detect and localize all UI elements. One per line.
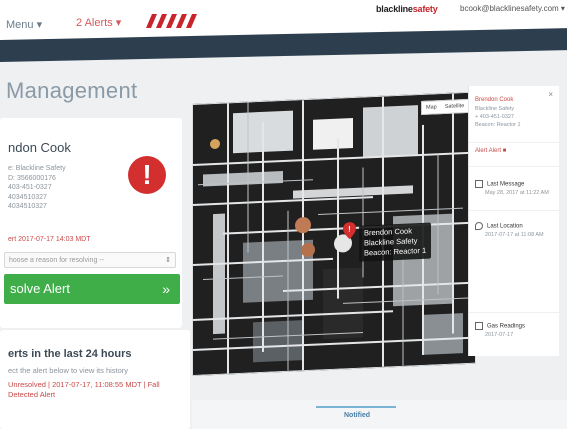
history-subtext: ect the alert below to view its history bbox=[8, 366, 129, 375]
close-icon[interactable]: × bbox=[548, 90, 553, 99]
divider bbox=[469, 166, 559, 167]
callout-line: Beacon: Reactor 1 bbox=[364, 245, 427, 258]
last-message-row: Last Message bbox=[475, 180, 524, 188]
select-arrow-icon: ⇕ bbox=[165, 257, 171, 264]
history-timestamp: 2017-07-17, 11:08:55 MDT bbox=[52, 380, 142, 389]
map-type-satellite[interactable]: Satellite bbox=[441, 103, 469, 110]
resolve-reason-select[interactable]: hoose a reason for resolving -- ⇕ bbox=[4, 252, 176, 268]
resolve-label: solve Alert bbox=[10, 281, 70, 296]
row-detail: 2017-07-17 bbox=[485, 332, 514, 338]
worker-detail-panel: × Brendon Cook Blackline Safety + 403-45… bbox=[468, 86, 559, 356]
row-label: Last Location bbox=[487, 223, 523, 230]
satellite-map[interactable]: Map Satellite ! Brendon Cook Blackline Sa… bbox=[192, 91, 476, 377]
message-icon bbox=[475, 180, 483, 188]
panel-name: Brendon Cook bbox=[475, 96, 513, 104]
user-menu[interactable]: bcook@blacklinesafety.com ▾ bbox=[460, 4, 565, 13]
panel-beacon: Beacon: Reactor 1 bbox=[475, 122, 521, 128]
alert-history-card: erts in the last 24 hours ect the alert … bbox=[0, 330, 190, 429]
row-detail: May 28, 2017 at 11:22 AM bbox=[485, 190, 549, 196]
map-pin-icon[interactable]: ! bbox=[343, 222, 356, 240]
info-line: 403-451-0327 bbox=[8, 184, 52, 191]
exclamation-icon: ! bbox=[128, 156, 166, 194]
divider bbox=[469, 312, 559, 313]
page-title: Management bbox=[6, 78, 138, 103]
last-location-row: Last Location bbox=[475, 222, 523, 230]
info-line: e: Blackline Safety bbox=[8, 165, 66, 172]
brand-main: blackline bbox=[376, 4, 413, 14]
divider bbox=[469, 210, 559, 211]
history-status: Unresolved bbox=[8, 380, 46, 389]
info-line: 4034510327 bbox=[8, 193, 47, 201]
map-callout: Brendon Cook Blackline Safety Beacon: Re… bbox=[359, 222, 432, 262]
screen: Menu ▾ 2 Alerts ▾ blacklinesafety bcook@… bbox=[0, 0, 567, 429]
row-label: Last Message bbox=[487, 181, 525, 188]
alerts-dropdown[interactable]: 2 Alerts ▾ bbox=[76, 16, 121, 29]
logo-mark-icon bbox=[146, 14, 197, 28]
tabs-strip bbox=[192, 400, 567, 429]
row-detail: 2017-07-17 at 11:08 AM bbox=[485, 232, 544, 238]
gas-readings-row: Gas Readings bbox=[475, 322, 525, 330]
alert-time: ert 2017-07-17 14:03 MDT bbox=[8, 236, 91, 243]
worker-info: e: Blackline Safety D: 3566000176 403-45… bbox=[8, 164, 66, 212]
map-imagery bbox=[193, 92, 475, 375]
svg-text:!: ! bbox=[348, 225, 351, 234]
location-icon bbox=[475, 222, 483, 230]
map-type-map[interactable]: Map bbox=[422, 104, 441, 111]
tab-notified[interactable]: Notified bbox=[344, 412, 370, 419]
info-line: D: 3566000176 bbox=[8, 174, 56, 182]
history-type-a: Fall bbox=[147, 380, 160, 389]
panel-name-line: Brendon Cook bbox=[475, 97, 514, 103]
active-tab-indicator bbox=[316, 406, 396, 408]
brand-logo: blacklinesafety bbox=[376, 4, 438, 14]
panel-alert-link[interactable]: Alert Alert ■ bbox=[475, 148, 506, 154]
brand-accent: safety bbox=[412, 4, 438, 14]
gas-icon bbox=[475, 322, 483, 330]
menu-dropdown[interactable]: Menu ▾ bbox=[6, 18, 42, 31]
alert-card: ndon Cook e: Blackline Safety D: 3566000… bbox=[0, 118, 182, 328]
worker-name: ndon Cook bbox=[8, 140, 71, 155]
select-placeholder: hoose a reason for resolving -- bbox=[9, 257, 104, 264]
double-chevron-icon: » bbox=[162, 281, 170, 297]
history-item[interactable]: Unresolved | 2017-07-17, 11:08:55 MDT | … bbox=[8, 380, 160, 400]
history-type-b: Detected Alert bbox=[8, 390, 56, 399]
map-type-control[interactable]: Map Satellite bbox=[421, 98, 470, 116]
divider bbox=[469, 142, 559, 143]
panel-company: Blackline Safety bbox=[475, 106, 515, 112]
info-line: 4034510327 bbox=[8, 203, 47, 210]
history-heading: erts in the last 24 hours bbox=[8, 348, 132, 360]
panel-phone: + 403-451-0327 bbox=[475, 114, 514, 120]
resolve-alert-button[interactable]: solve Alert » bbox=[4, 274, 180, 304]
row-label: Gas Readings bbox=[487, 323, 526, 330]
